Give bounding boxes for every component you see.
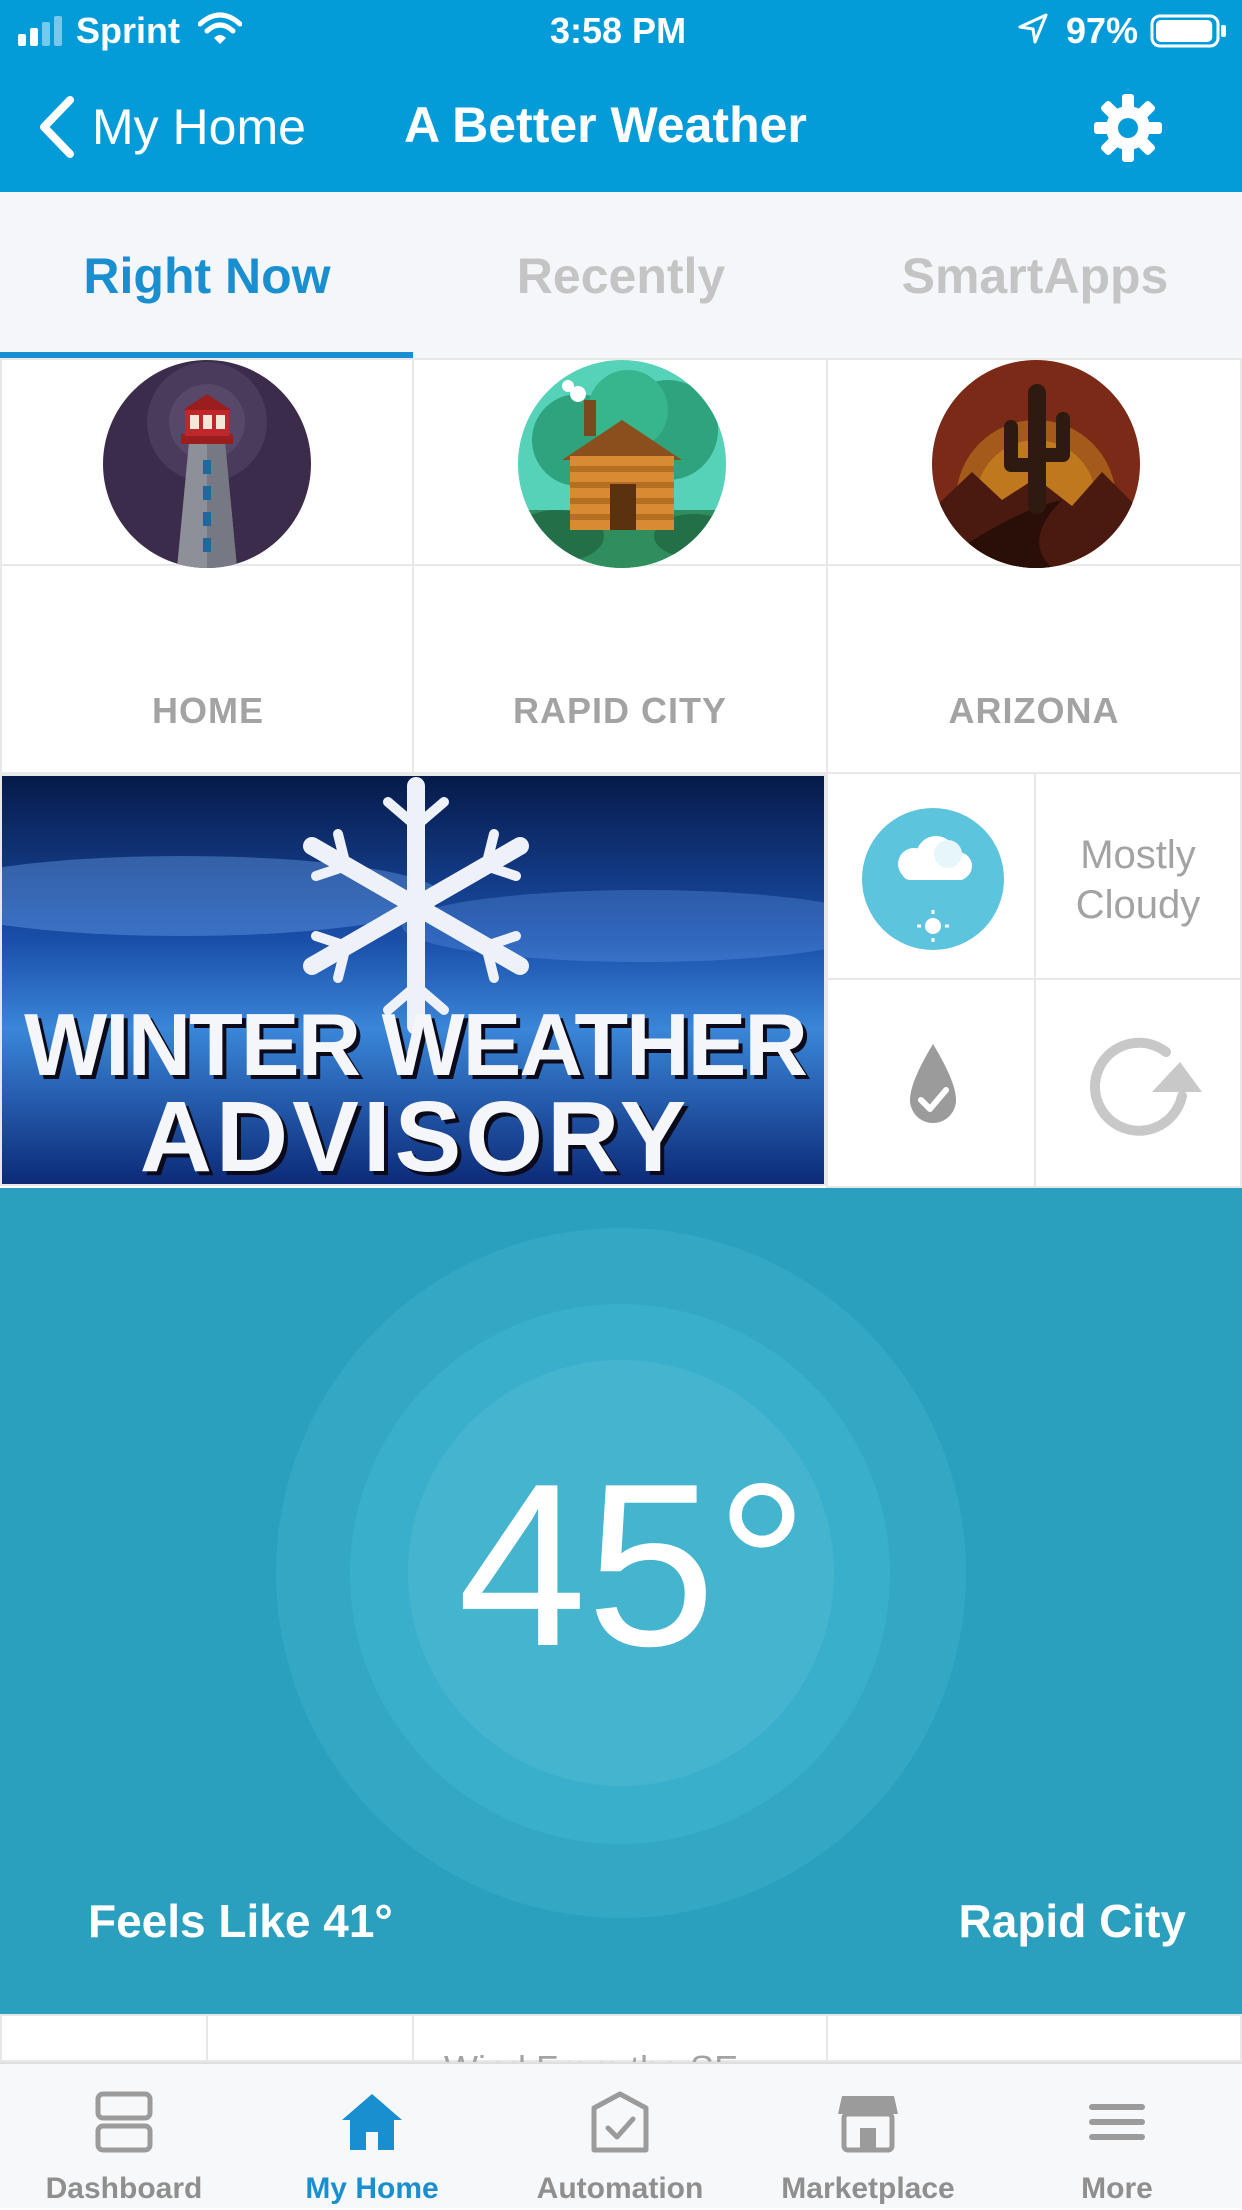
tab-right-now[interactable]: Right Now	[0, 192, 414, 360]
tabbar-label: Marketplace	[781, 2172, 955, 2205]
clock: 3:58 PM	[550, 10, 687, 51]
location-label-rapid-city: RAPID CITY	[512, 690, 727, 731]
location-arrow-icon	[1016, 12, 1050, 46]
battery-percent: 97%	[1066, 10, 1139, 51]
tabbar-my-home[interactable]: My Home	[248, 2064, 496, 2210]
tabbar-more[interactable]: More	[992, 2064, 1242, 2210]
location-label-home: HOME	[152, 690, 264, 731]
page-title: A Better Weather	[404, 97, 807, 153]
water-drop-icon	[910, 1044, 956, 1123]
feels-like-label: Feels Like 41°	[88, 1895, 393, 1947]
location-tile-rapid-city[interactable]: RAPID CITY	[412, 358, 828, 774]
back-label: My Home	[92, 99, 306, 155]
menu-icon	[1089, 2104, 1145, 2140]
location-label-arizona: ARIZONA	[948, 690, 1120, 731]
gear-icon	[1094, 94, 1162, 162]
automation-icon	[591, 2091, 649, 2153]
tabbar-label: My Home	[305, 2172, 439, 2205]
carrier-label: Sprint	[76, 10, 180, 51]
tabbar-label: Automation	[536, 2172, 704, 2205]
tabbar-label: Dashboard	[45, 2172, 203, 2205]
winter-weather-advisory-image[interactable]: WINTER WEATHER ADVISORY	[0, 774, 826, 1186]
humidity-tile[interactable]	[826, 978, 1036, 1188]
condition-icon-tile[interactable]	[826, 772, 1036, 980]
dashboard-icon	[95, 2091, 153, 2153]
back-button[interactable]: My Home	[36, 92, 336, 162]
temperature-value: 45°	[457, 1436, 809, 1695]
advisory-line-2: ADVISORY	[139, 1081, 691, 1186]
details-row-partial: Wind From the SE	[0, 2014, 1242, 2062]
condition-summary-tile[interactable]: Mostly Cloudy	[1034, 772, 1242, 980]
home-icon	[342, 2094, 402, 2150]
log-cabin-image	[518, 360, 726, 568]
chevron-left-icon	[40, 96, 74, 158]
tab-smartapps[interactable]: SmartApps	[828, 192, 1242, 360]
tabbar-marketplace[interactable]: Marketplace	[744, 2064, 992, 2210]
wifi-icon	[197, 12, 243, 46]
location-tile-home[interactable]: HOME	[0, 358, 414, 774]
current-temperature-panel[interactable]: 45° Feels Like 41° Rapid City	[0, 1188, 1242, 2014]
bottom-tab-bar: Dashboard My Home Automation Marketplace…	[0, 2062, 1242, 2208]
detail-cell	[0, 2014, 208, 2062]
tabbar-dashboard[interactable]: Dashboard	[0, 2064, 248, 2210]
detail-cell	[206, 2014, 414, 2062]
partly-cloudy-icon	[862, 808, 1004, 950]
settings-button[interactable]	[1092, 92, 1164, 164]
desert-cactus-image	[932, 360, 1140, 568]
refresh-tile[interactable]	[1034, 978, 1242, 1188]
marketplace-icon	[838, 2096, 898, 2153]
temperature-location-label: Rapid City	[958, 1895, 1186, 1947]
tab-recently[interactable]: Recently	[414, 192, 828, 360]
battery-icon	[1150, 14, 1228, 48]
signal-icon	[18, 14, 68, 46]
lighthouse-image	[103, 360, 311, 568]
wind-text-partial: Wind From the SE	[444, 2048, 738, 2062]
top-bar: Sprint 3:58 PM 97% My Home A Better Weat…	[0, 0, 1242, 192]
condition-summary: Mostly Cloudy	[1075, 833, 1201, 927]
location-tile-arizona[interactable]: ARIZONA	[826, 358, 1242, 774]
segment-tabs: Right Now Recently SmartApps	[0, 192, 1242, 360]
refresh-icon	[1090, 1037, 1202, 1136]
detail-cell	[826, 2014, 1242, 2062]
tabbar-label: More	[1081, 2172, 1153, 2205]
tabbar-automation[interactable]: Automation	[496, 2064, 744, 2210]
